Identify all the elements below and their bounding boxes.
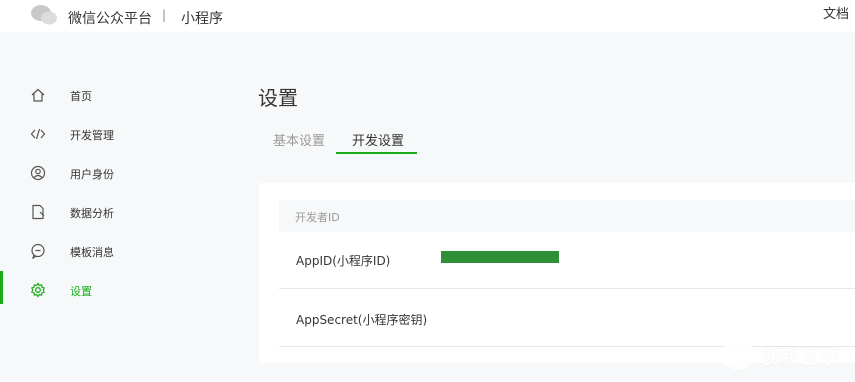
wechat-logo-icon[interactable] xyxy=(30,4,58,26)
sidebar-item-template-message[interactable]: 模板消息 xyxy=(0,232,220,271)
product-name: 小程序 xyxy=(181,11,223,27)
settings-tabs: 基本设置 开发设置 xyxy=(258,124,855,156)
data-analysis-icon xyxy=(32,204,45,220)
brand-separator: | xyxy=(162,8,167,22)
sidebar-item-home[interactable]: 首页 xyxy=(0,76,220,115)
home-icon xyxy=(31,88,45,102)
tab-basic-settings[interactable]: 基本设置 xyxy=(273,130,325,149)
sidebar-item-settings[interactable]: 设置 xyxy=(0,271,220,310)
appid-label: AppID(小程序ID) xyxy=(296,254,391,268)
sidebar-item-data-analysis[interactable]: 数据分析 xyxy=(0,193,220,232)
code-icon xyxy=(30,128,46,140)
appid-value-redacted xyxy=(441,251,559,263)
sidebar-item-label: 模板消息 xyxy=(70,246,114,259)
sidebar-item-dev-management[interactable]: 开发管理 xyxy=(0,115,220,154)
platform-name[interactable]: 微信公众平台 xyxy=(68,8,152,28)
active-tab-indicator xyxy=(336,152,417,154)
appsecret-label: AppSecret(小程序密钥) xyxy=(296,313,428,327)
top-bar: 微信公众平台 | 小程序 文档 xyxy=(0,0,855,32)
sidebar-item-label: 数据分析 xyxy=(70,207,114,220)
watermark-text: 创新互联 xyxy=(760,346,841,368)
card-header: 开发者ID xyxy=(279,200,855,232)
sidebar: 首页 开发管理 用户身份 数据分析 模板消息 设置 xyxy=(0,76,220,310)
user-icon xyxy=(30,165,46,181)
sidebar-item-label: 用户身份 xyxy=(70,168,114,181)
sidebar-item-label: 首页 xyxy=(70,90,92,103)
sidebar-item-label: 开发管理 xyxy=(70,129,114,142)
watermark: 创新互联 xyxy=(722,336,852,372)
message-icon xyxy=(31,243,45,259)
gear-icon xyxy=(30,282,46,298)
tab-dev-settings[interactable]: 开发设置 xyxy=(352,130,404,149)
appid-row: AppID(小程序ID) xyxy=(279,232,855,289)
watermark-logo-icon xyxy=(722,338,754,370)
sidebar-item-label: 设置 xyxy=(70,285,92,298)
sidebar-item-user-identity[interactable]: 用户身份 xyxy=(0,154,220,193)
page-title: 设置 xyxy=(258,86,298,110)
docs-link[interactable]: 文档 xyxy=(823,3,849,22)
card-header-title: 开发者ID xyxy=(295,211,340,224)
